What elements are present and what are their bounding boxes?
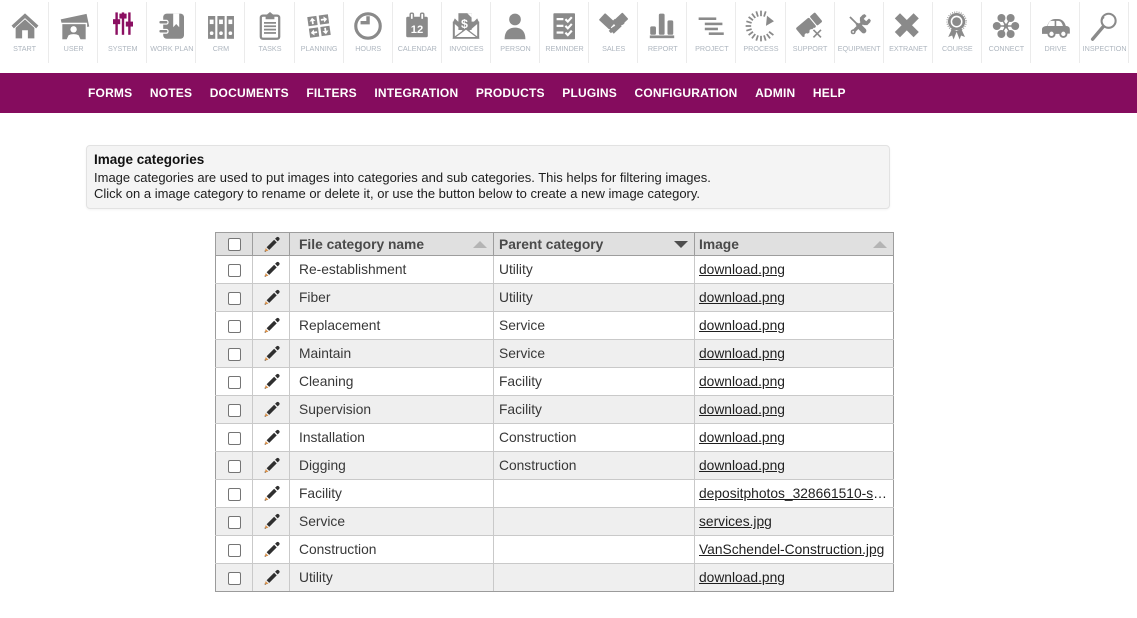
svg-text:12: 12	[411, 24, 423, 36]
